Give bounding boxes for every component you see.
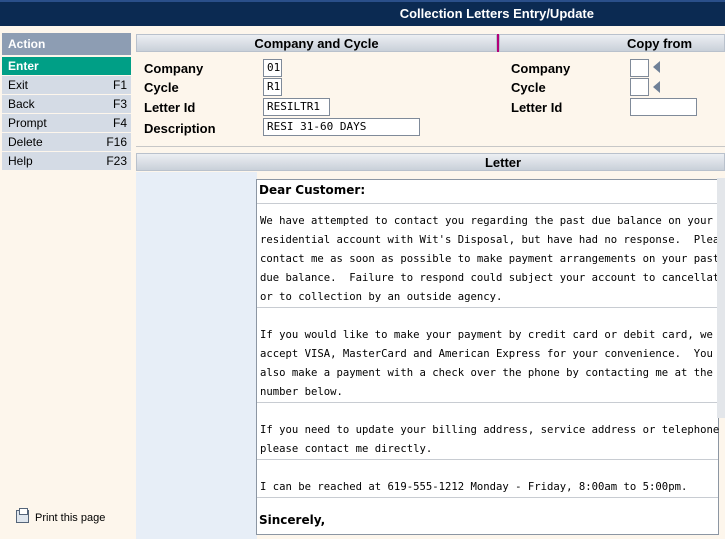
company-field[interactable]: 01 (263, 59, 282, 77)
company-label: Company (144, 61, 204, 76)
letter-editor[interactable]: Dear Customer: We have attempted to cont… (256, 179, 725, 535)
copy-cycle-field[interactable] (630, 78, 649, 96)
copy-cycle-prompt-icon[interactable] (653, 81, 660, 93)
copy-company-field[interactable] (630, 59, 649, 77)
exit-key: F1 (112, 78, 127, 92)
copy-letter-id-field[interactable] (630, 98, 697, 116)
description-label: Description (144, 121, 216, 136)
print-page-link[interactable]: Print this page (16, 508, 106, 524)
help-button[interactable]: Help F23 (2, 152, 131, 170)
prompt-label: Prompt (8, 116, 47, 130)
divider (257, 307, 718, 308)
copy-from-header: Copy from (499, 34, 725, 52)
divider (257, 497, 718, 498)
cycle-field[interactable]: R1 (263, 78, 282, 96)
copy-letter-id-label: Letter Id (511, 100, 563, 115)
letter-paragraph-1[interactable]: We have attempted to contact you regardi… (260, 212, 725, 307)
action-menu: Action Enter Exit F1 Back F3 Prompt F4 D… (2, 33, 131, 170)
title-bar: Collection Letters Entry/Update (0, 0, 725, 26)
delete-label: Delete (8, 135, 43, 149)
printer-icon (16, 508, 29, 523)
letter-greeting[interactable]: Dear Customer: (259, 183, 365, 197)
letter-closing[interactable]: Sincerely, (259, 513, 325, 527)
divider (257, 459, 718, 460)
letter-side-area (136, 172, 257, 539)
copy-company-label: Company (511, 61, 571, 76)
prompt-key: F4 (112, 116, 127, 130)
scrollbar[interactable] (717, 178, 725, 418)
page-title: Collection Letters Entry/Update (399, 6, 594, 21)
enter-label: Enter (8, 59, 39, 73)
cycle-label: Cycle (144, 80, 179, 95)
back-key: F3 (112, 97, 127, 111)
prompt-button[interactable]: Prompt F4 (2, 114, 131, 132)
exit-button[interactable]: Exit F1 (2, 76, 131, 94)
letter-paragraph-2[interactable]: If you would like to make your payment b… (260, 326, 725, 402)
letter-header: Letter (136, 153, 725, 171)
back-button[interactable]: Back F3 (2, 95, 131, 113)
company-cycle-panel: Company 01 Cycle R1 Letter Id RESILTR1 D… (136, 52, 725, 147)
action-menu-header: Action (2, 33, 131, 55)
enter-button[interactable]: Enter (2, 57, 131, 75)
letter-paragraph-4[interactable]: I can be reached at 619-555-1212 Monday … (260, 478, 715, 497)
divider (257, 402, 718, 403)
delete-button[interactable]: Delete F16 (2, 133, 131, 151)
letter-paragraph-3[interactable]: If you need to update your billing addre… (260, 421, 719, 459)
delete-key: F16 (106, 135, 127, 149)
print-label: Print this page (35, 512, 106, 524)
description-field[interactable]: RESI 31-60 DAYS (263, 118, 420, 136)
letter-id-label: Letter Id (144, 100, 196, 115)
copy-cycle-label: Cycle (511, 80, 546, 95)
divider (257, 203, 718, 204)
company-cycle-header: Company and Cycle (136, 34, 497, 52)
back-label: Back (8, 97, 35, 111)
letter-id-field[interactable]: RESILTR1 (263, 98, 330, 116)
exit-label: Exit (8, 78, 29, 92)
copy-company-prompt-icon[interactable] (653, 61, 660, 73)
help-label: Help (8, 154, 33, 168)
help-key: F23 (106, 154, 127, 168)
